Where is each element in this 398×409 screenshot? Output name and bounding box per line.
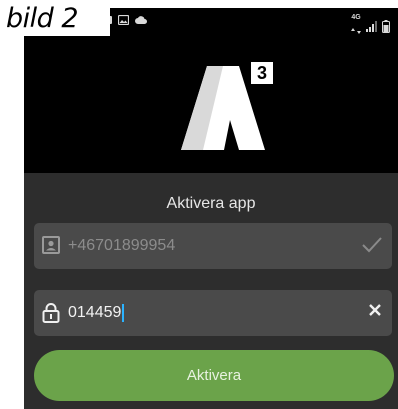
a3-logo: 3 <box>181 62 273 150</box>
phone-number-field[interactable]: +46701899954 <box>34 223 392 269</box>
logo-superscript: 3 <box>257 63 267 83</box>
padlock-icon <box>42 303 60 328</box>
phone-screen: 4G 3 Aktivera app +46701899954 014459 Ak… <box>24 8 398 409</box>
activation-code-field[interactable]: 014459 <box>34 290 392 336</box>
battery-icon <box>382 20 390 33</box>
checkmark-icon <box>362 236 382 259</box>
network-indicator: 4G <box>351 14 361 39</box>
cloud-icon <box>135 16 147 24</box>
phone-number-value: +46701899954 <box>68 237 176 254</box>
figure-label: bild 2 <box>0 0 110 36</box>
page-title: Aktivera app <box>166 195 256 212</box>
activate-button[interactable]: Aktivera <box>34 350 394 401</box>
activation-code-value: 014459 <box>68 304 122 321</box>
figure-label-text: bild 2 <box>6 3 79 34</box>
contact-card-icon <box>42 236 60 259</box>
image-icon <box>118 15 129 25</box>
signal-icon <box>366 21 377 32</box>
network-type-label: 4G <box>351 14 361 21</box>
text-caret <box>122 304 124 322</box>
activation-form: Aktivera app +46701899954 014459 Aktiver… <box>24 173 398 409</box>
close-icon[interactable] <box>368 303 382 322</box>
data-arrows-icon <box>351 28 361 34</box>
activation-code-input[interactable]: 014459 <box>68 304 124 322</box>
status-bar-right: 4G <box>351 14 390 39</box>
